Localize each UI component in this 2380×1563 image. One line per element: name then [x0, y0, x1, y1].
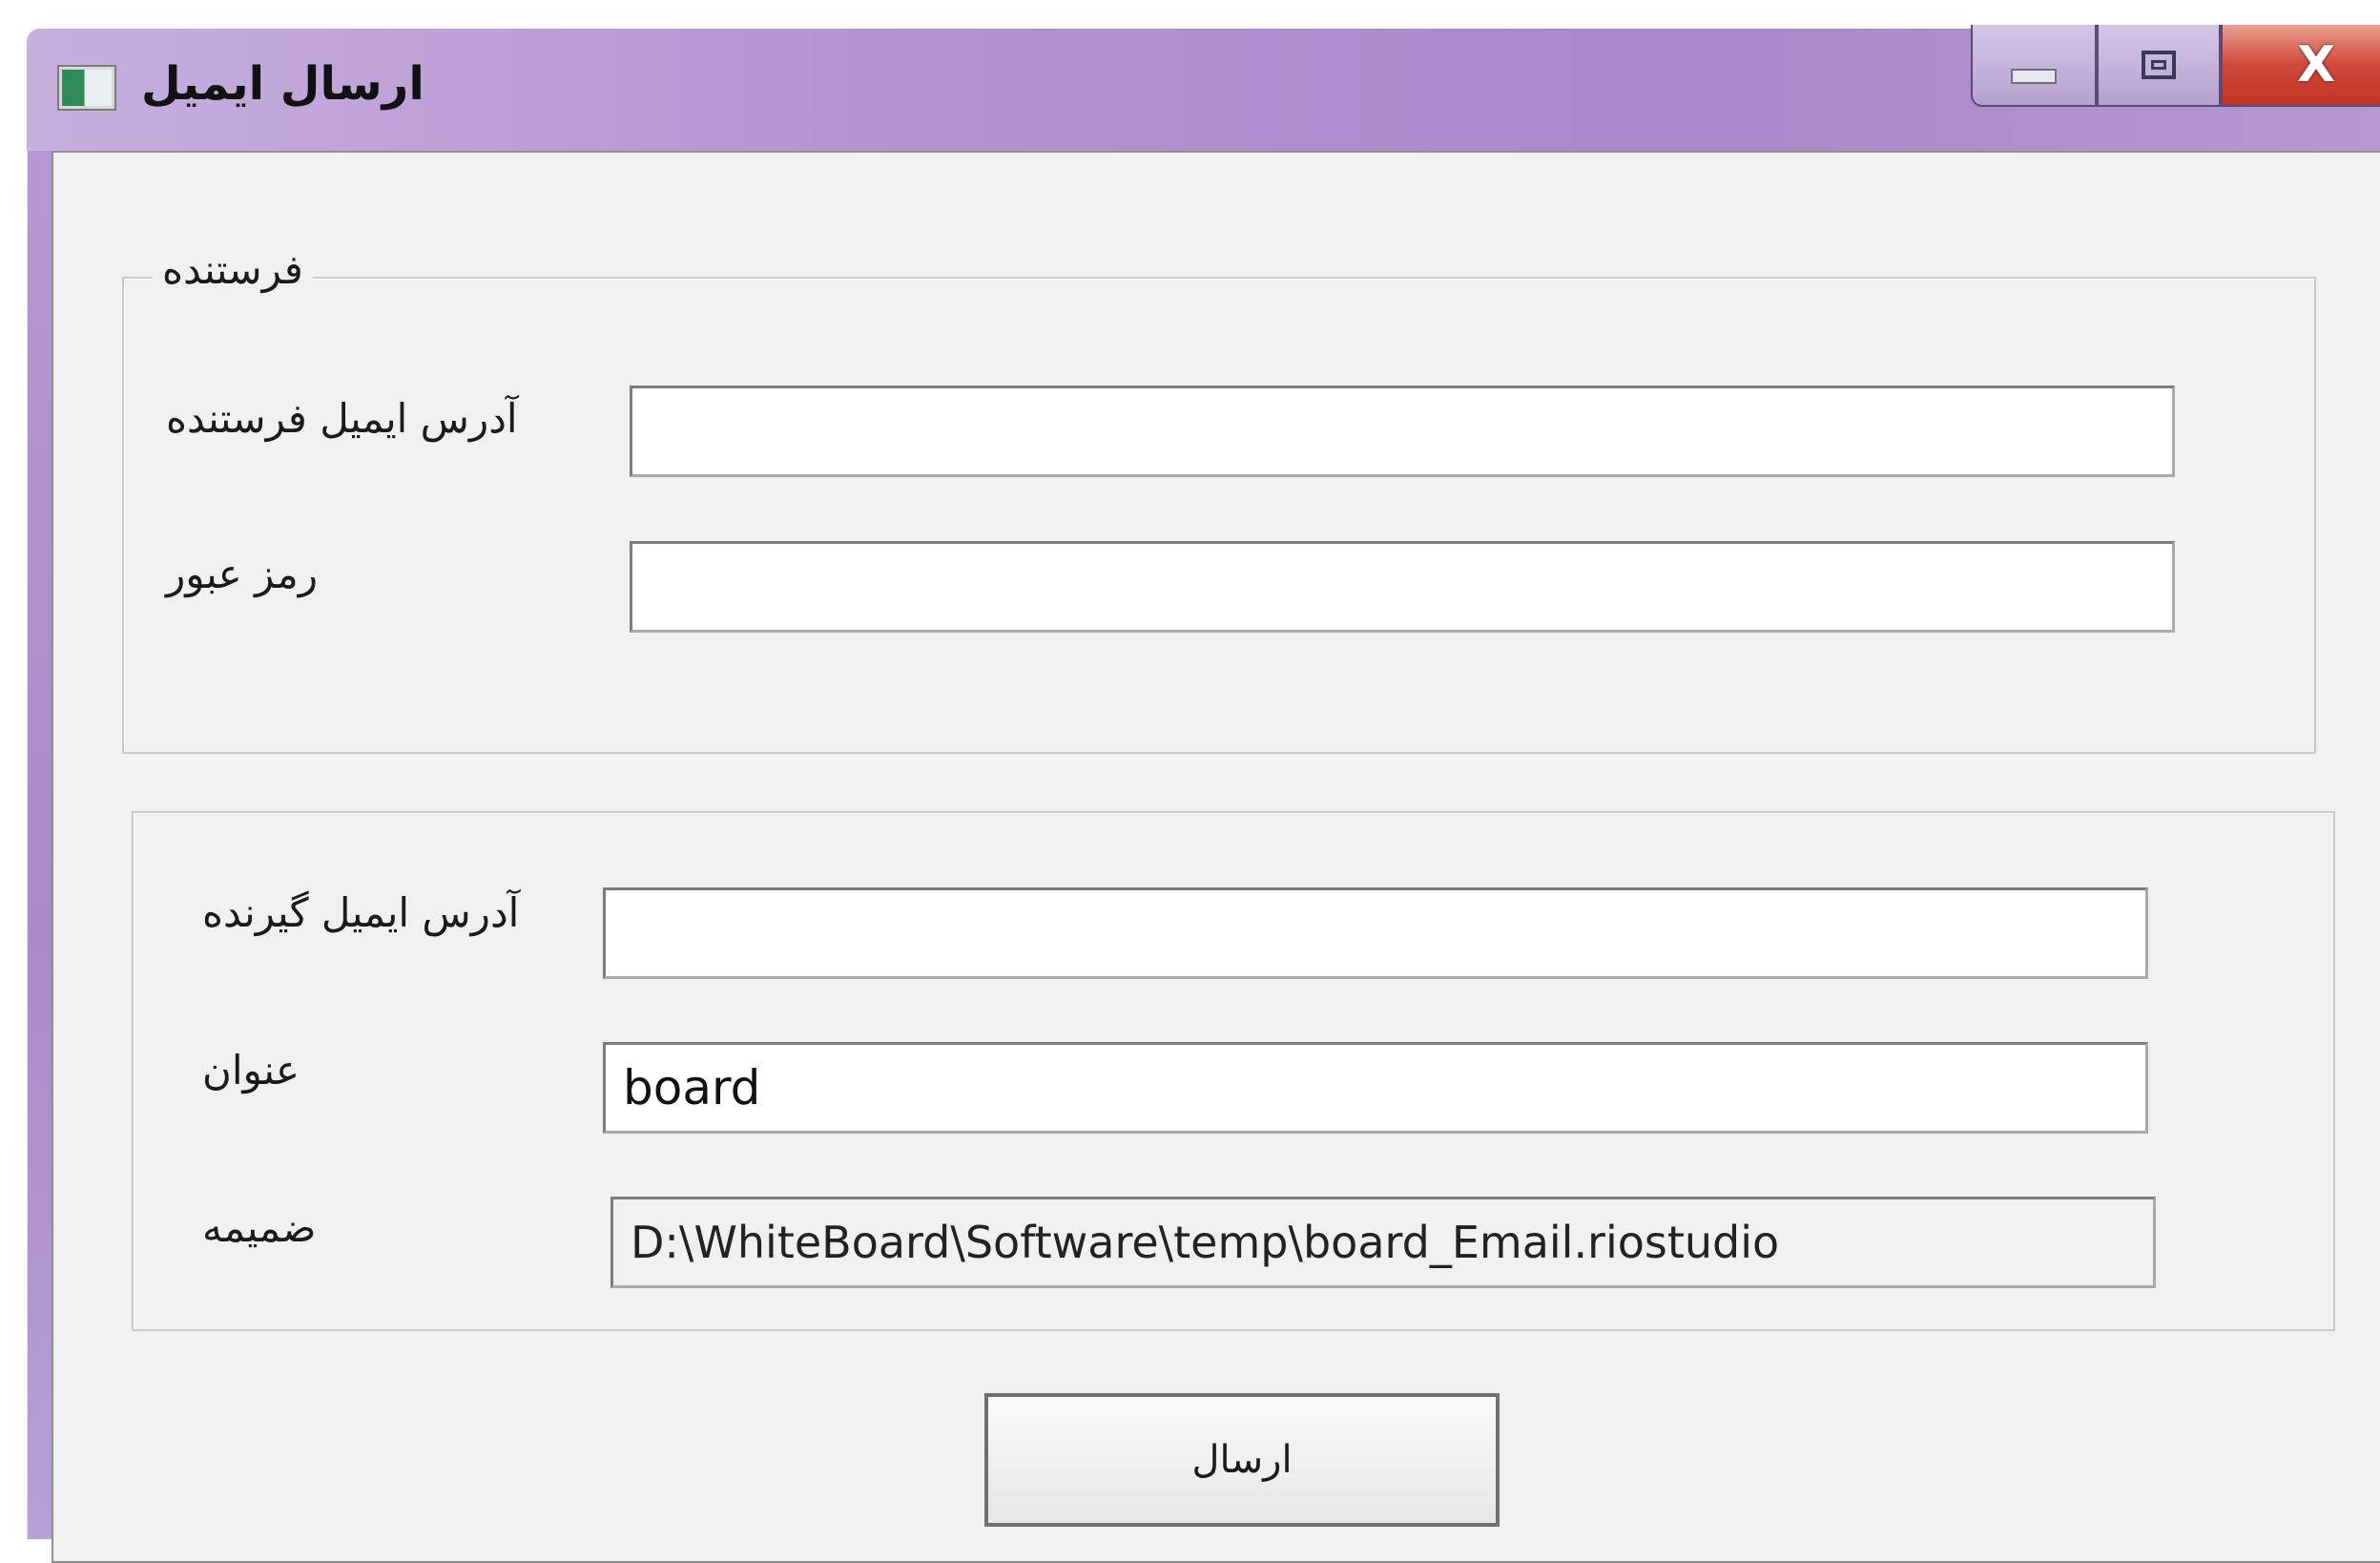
window-title: ارسال ایمیل — [141, 57, 424, 111]
close-button[interactable]: X — [2221, 25, 2380, 107]
title-bar[interactable]: ارسال ایمیل X — [27, 25, 2380, 151]
sender-groupbox: فرستنده آدرس ایمیل فرستنده رمز عبور — [122, 246, 2316, 754]
minimize-button[interactable] — [1971, 25, 2097, 107]
close-icon: X — [2296, 36, 2336, 94]
attachment-label: ضمیمه — [202, 1204, 317, 1251]
maximize-icon — [2142, 51, 2176, 79]
sender-email-label: آدرس ایمیل فرستنده — [166, 395, 518, 442]
minimize-icon — [2011, 69, 2057, 84]
recipient-email-input[interactable] — [603, 887, 2148, 979]
email-dialog-window: ارسال ایمیل X فرستنده آدرس ایمیل فرستنده… — [27, 25, 2380, 1563]
send-button[interactable]: ارسال — [984, 1393, 1500, 1527]
subject-input[interactable] — [603, 1042, 2148, 1134]
password-input[interactable] — [630, 541, 2175, 633]
subject-label: عنوان — [202, 1047, 300, 1094]
maximize-button[interactable] — [2097, 25, 2221, 107]
dialog-client-area: فرستنده آدرس ایمیل فرستنده رمز عبور آدرس… — [52, 151, 2380, 1563]
sender-group-legend: فرستنده — [153, 246, 313, 293]
message-groupbox: آدرس ایمیل گیرنده عنوان ضمیمه — [132, 811, 2335, 1331]
window-controls: X — [1971, 25, 2380, 107]
sender-email-input[interactable] — [630, 386, 2175, 477]
window-app-icon — [59, 67, 114, 109]
password-label: رمز عبور — [166, 551, 319, 597]
recipient-email-label: آدرس ایمیل گیرنده — [202, 889, 520, 936]
attachment-path-field[interactable] — [611, 1197, 2156, 1288]
